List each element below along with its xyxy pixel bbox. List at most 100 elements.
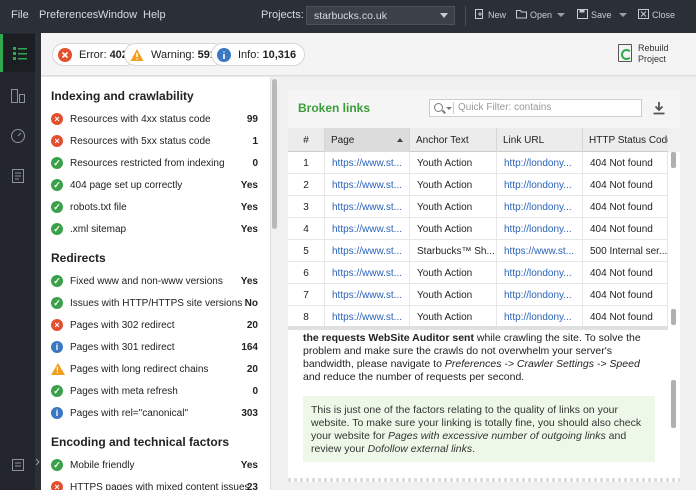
info-count: 10,316 xyxy=(262,49,297,61)
cell-page[interactable]: https://www.st... xyxy=(325,174,410,196)
cell-link-url[interactable]: http://londony... xyxy=(497,284,583,306)
open-dropdown-icon[interactable] xyxy=(557,13,565,17)
table-row[interactable]: 5 https://www.st... Starbucks™ Sh... https:… xyxy=(288,240,668,262)
group-title: Redirects xyxy=(51,251,106,265)
table-row[interactable]: 2 https://www.st... Youth Action http://lon… xyxy=(288,174,668,196)
menu-window[interactable]: Window xyxy=(98,9,137,21)
table-row[interactable]: 3 https://www.st... Youth Action http://lon… xyxy=(288,196,668,218)
cell-page[interactable]: https://www.st... xyxy=(325,240,410,262)
filter-dropdown-icon[interactable] xyxy=(446,107,452,110)
table-row[interactable]: 4 https://www.st... Youth Action http://lon… xyxy=(288,218,668,240)
table-row[interactable]: 6 https://www.st... Youth Action http://lon… xyxy=(288,262,668,284)
cell-anchor-text: Starbucks™ Sh... xyxy=(410,240,497,262)
description-scrollbar-thumb[interactable] xyxy=(671,380,676,428)
column-header-page[interactable]: Page xyxy=(325,128,410,152)
menu-preferences[interactable]: Preferences xyxy=(39,9,98,21)
open-button[interactable]: Open xyxy=(516,9,552,20)
site-audit-nav[interactable] xyxy=(0,34,35,72)
factor-row[interactable]: ✓ Fixed www and non-www versions Yes xyxy=(51,273,258,291)
table-row[interactable]: 7 https://www.st... Youth Action http://lon… xyxy=(288,284,668,306)
factor-row[interactable]: ✓ robots.txt file Yes xyxy=(51,199,258,217)
factor-row[interactable]: × Resources with 4xx status code 99 xyxy=(51,111,258,129)
cell-page[interactable]: https://www.st... xyxy=(325,284,410,306)
menu-file[interactable]: File xyxy=(11,9,29,21)
table-scrollbar-thumb[interactable] xyxy=(671,152,676,168)
column-header-link-url[interactable]: Link URL xyxy=(497,128,583,152)
cell-http-status: 404 Not found xyxy=(583,174,668,196)
table-description-splitter[interactable] xyxy=(288,326,668,330)
search-icon xyxy=(434,103,443,112)
rebuild-line2: Project xyxy=(638,54,667,64)
description-path: Preferences -> Crawler Settings -> Speed xyxy=(444,358,640,370)
column-header-anchor-text[interactable]: Anchor Text xyxy=(410,128,497,152)
project-select[interactable]: starbucks.co.uk xyxy=(306,6,455,25)
reports-icon[interactable] xyxy=(10,168,26,184)
factor-row[interactable]: ✓ Issues with HTTP/HTTPS site versions No xyxy=(51,295,258,313)
factor-row[interactable]: i Pages with 301 redirect 164 xyxy=(51,339,258,357)
description-scrollbar[interactable] xyxy=(668,330,680,478)
description-text: the requests WebSite Auditor sent while … xyxy=(303,332,645,384)
cell-page[interactable]: https://www.st... xyxy=(325,218,410,240)
factor-row[interactable]: ! Pages with long redirect chains 20 xyxy=(51,361,258,379)
rebuild-line1: Rebuild xyxy=(638,43,669,53)
cell-link-url[interactable]: http://londony... xyxy=(497,196,583,218)
table-row[interactable]: 1 https://www.st... Youth Action http://lon… xyxy=(288,152,668,174)
factor-row[interactable]: ✓ Mobile friendly Yes xyxy=(51,457,258,475)
projects-label: Projects: xyxy=(261,9,304,21)
cell-link-url[interactable]: http://londony... xyxy=(497,262,583,284)
table-row[interactable]: 8 https://www.st... Youth Action http://lon… xyxy=(288,306,668,326)
notes-icon[interactable] xyxy=(10,457,26,473)
factor-row[interactable]: ✓ Resources restricted from indexing 0 xyxy=(51,155,258,173)
close-button[interactable]: Close xyxy=(638,9,675,20)
cell-number: 7 xyxy=(288,284,325,306)
cell-link-url[interactable]: http://londony... xyxy=(497,152,583,174)
site-structure-icon[interactable] xyxy=(10,88,26,104)
factor-label: Mobile friendly xyxy=(70,460,135,471)
warning-badge[interactable]: Warning: 591 xyxy=(124,43,226,66)
factor-row[interactable]: × Resources with 5xx status code 1 xyxy=(51,133,258,151)
error-status-icon: × xyxy=(51,319,63,331)
dashboard-gauge-icon[interactable] xyxy=(10,128,26,144)
table-scrollbar-thumb-bottom[interactable] xyxy=(671,309,676,325)
cell-link-url[interactable]: http://londony... xyxy=(497,306,583,326)
column-header-http-status[interactable]: HTTP Status Code... xyxy=(583,128,668,152)
factor-value: 1 xyxy=(252,136,258,147)
factor-value: Yes xyxy=(240,224,258,235)
factor-row[interactable]: ✓ .xml sitemap Yes xyxy=(51,221,258,239)
warning-icon xyxy=(130,48,144,62)
cell-page[interactable]: https://www.st... xyxy=(325,152,410,174)
cell-page[interactable]: https://www.st... xyxy=(325,262,410,284)
tip-link-dofollow[interactable]: Dofollow external links xyxy=(368,443,472,455)
factor-row[interactable]: ✓ 404 page set up correctly Yes xyxy=(51,177,258,195)
factor-label: Pages with 302 redirect xyxy=(70,320,175,331)
factor-row[interactable]: i Pages with rel="canonical" 303 xyxy=(51,405,258,423)
cell-number: 3 xyxy=(288,196,325,218)
factor-value: 303 xyxy=(241,408,258,419)
table-scrollbar[interactable] xyxy=(668,152,680,326)
cell-page[interactable]: https://www.st... xyxy=(325,306,410,326)
tip-link-outgoing[interactable]: Pages with excessive number of outgoing … xyxy=(388,430,606,442)
cell-number: 2 xyxy=(288,174,325,196)
cell-link-url[interactable]: http://londony... xyxy=(497,174,583,196)
factor-value: Yes xyxy=(240,180,258,191)
column-header-number[interactable]: # xyxy=(288,128,325,152)
quick-filter-input[interactable]: Quick Filter: contains xyxy=(429,99,642,117)
factor-row[interactable]: ✓ Pages with meta refresh 0 xyxy=(51,383,258,401)
save-dropdown-icon[interactable] xyxy=(619,13,627,17)
info-badge[interactable]: Info: 10,316 xyxy=(211,43,306,66)
info-status-icon: i xyxy=(51,341,63,353)
factor-value: 164 xyxy=(241,342,258,353)
table-header: # Page Anchor Text Link URL HTTP Status … xyxy=(288,128,668,152)
cell-page[interactable]: https://www.st... xyxy=(325,196,410,218)
cell-link-url[interactable]: https://www.st... xyxy=(497,240,583,262)
factors-scrollbar[interactable] xyxy=(270,77,277,490)
cell-link-url[interactable]: http://londony... xyxy=(497,218,583,240)
menu-help[interactable]: Help xyxy=(143,9,166,21)
factor-label: Pages with long redirect chains xyxy=(70,364,209,375)
new-button[interactable]: New xyxy=(474,9,506,20)
factor-row[interactable]: × Pages with 302 redirect 20 xyxy=(51,317,258,335)
factor-row[interactable]: × HTTPS pages with mixed content issues 23 xyxy=(51,479,258,490)
cell-anchor-text: Youth Action xyxy=(410,218,497,240)
save-button[interactable]: Save xyxy=(577,9,612,20)
export-download-icon[interactable] xyxy=(652,101,666,115)
